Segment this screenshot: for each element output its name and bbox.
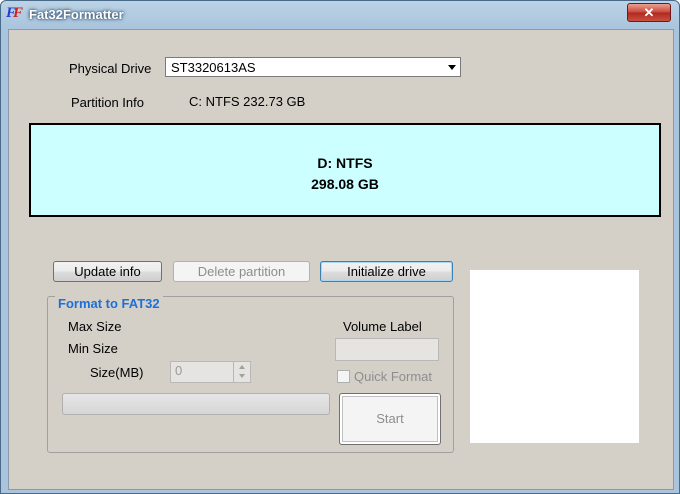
physical-drive-value: ST3320613AS [171, 60, 256, 75]
client-area: Physical Drive ST3320613AS Partition Inf… [8, 29, 674, 490]
volume-label-title: Volume Label [343, 319, 422, 334]
delete-partition-button[interactable]: Delete partition [173, 261, 310, 282]
partition-size: 298.08 GB [311, 176, 379, 192]
volume-label-input[interactable] [335, 338, 439, 361]
start-button[interactable]: Start [339, 393, 441, 445]
update-info-button[interactable]: Update info [53, 261, 162, 282]
size-mb-stepper[interactable]: 0 [170, 361, 251, 383]
format-progress-bar [62, 393, 330, 415]
window-title: Fat32Formatter [29, 7, 124, 22]
format-group-title: Format to FAT32 [55, 296, 163, 311]
spin-buttons[interactable] [233, 362, 250, 382]
partition-info-label: Partition Info [71, 95, 144, 110]
min-size-label: Min Size [68, 341, 118, 356]
drive-preview-panel [470, 270, 639, 443]
initialize-drive-button[interactable]: Initialize drive [320, 261, 453, 282]
physical-drive-label: Physical Drive [69, 61, 152, 76]
partition-name: D: NTFS [317, 155, 373, 171]
max-size-label: Max Size [68, 319, 122, 334]
physical-drive-select[interactable]: ST3320613AS [165, 57, 461, 77]
quick-format-label: Quick Format [354, 369, 433, 384]
size-mb-value: 0 [175, 363, 183, 378]
chevron-down-icon[interactable] [448, 65, 456, 70]
quick-format-checkbox[interactable] [337, 370, 350, 383]
partition-info-value: C: NTFS 232.73 GB [189, 94, 306, 109]
app-logo-icon: FF [6, 5, 23, 21]
app-window: FF Fat32Formatter ✕ Physical Drive ST332… [0, 0, 680, 494]
size-mb-label: Size(MB) [90, 365, 144, 380]
close-button[interactable]: ✕ [627, 3, 671, 22]
spin-down-icon[interactable] [239, 374, 245, 378]
spin-up-icon[interactable] [239, 365, 245, 369]
partition-block[interactable]: D: NTFS 298.08 GB [29, 123, 661, 217]
title-bar[interactable]: FF Fat32Formatter ✕ [1, 1, 679, 29]
